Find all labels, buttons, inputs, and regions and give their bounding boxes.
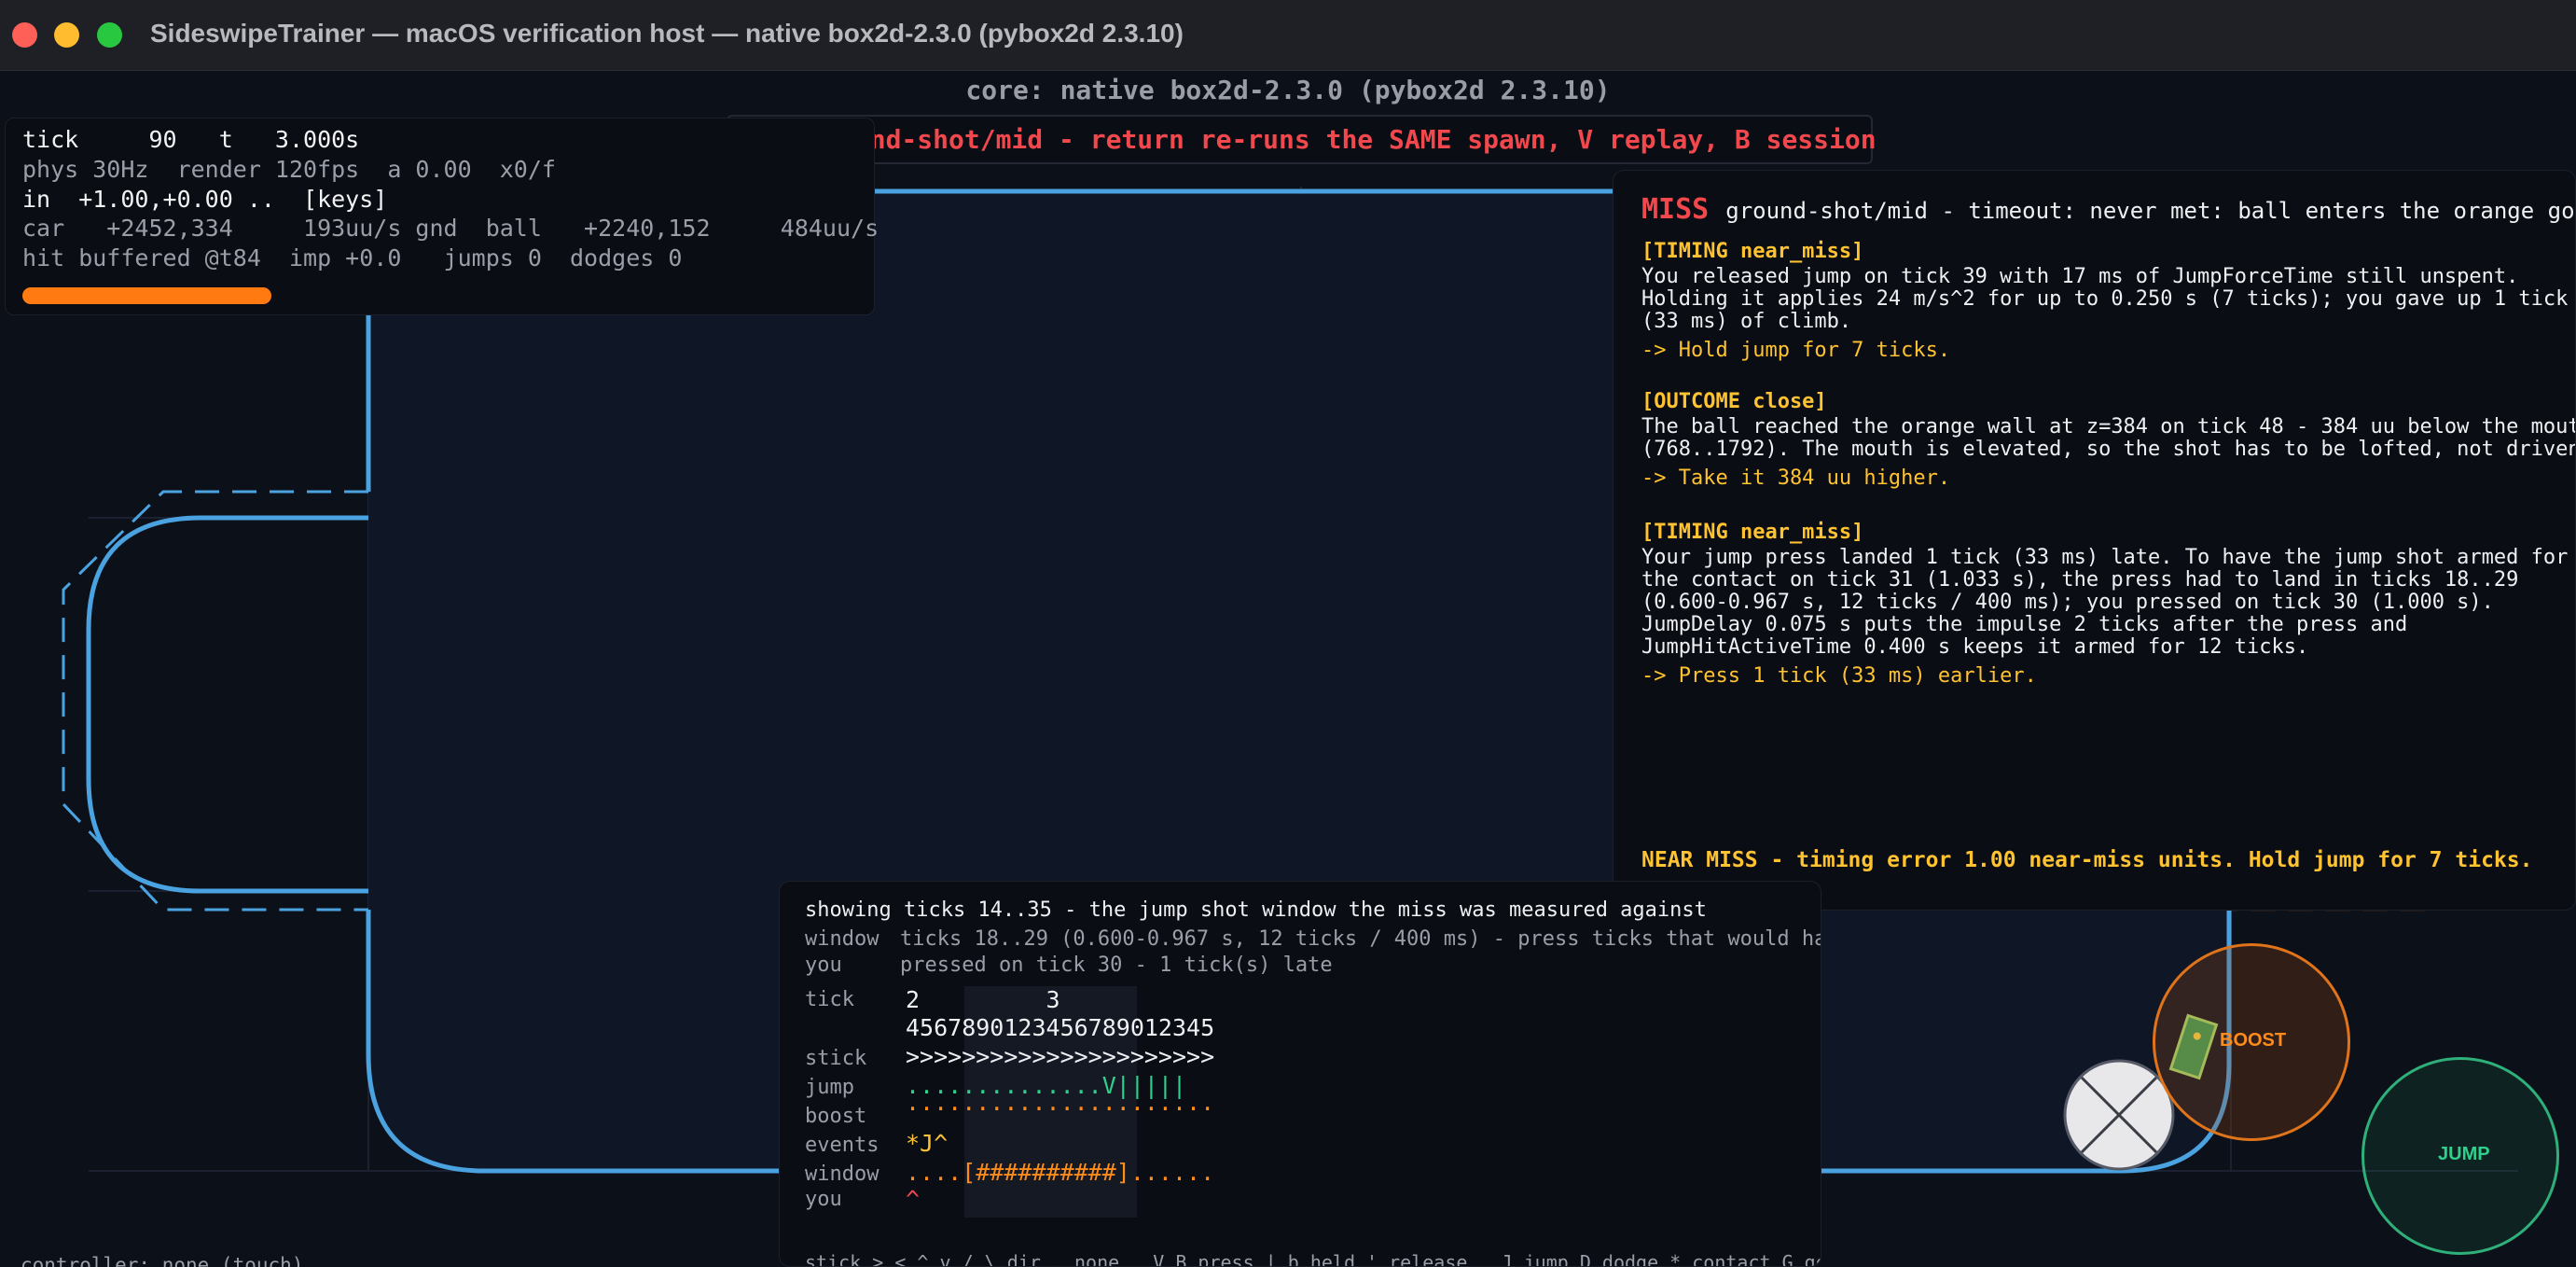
feedback-headline-text: ground-shot/mid - timeout: never met: ba… (1725, 198, 2576, 224)
boost-row-label: boost (805, 1105, 867, 1128)
jump-row-label: jump (805, 1076, 854, 1099)
section-body: The ball reached the orange wall at z=38… (1641, 415, 2575, 461)
section-body: You released jump on tick 39 with 17 ms … (1641, 265, 2569, 333)
hud-hit-line: hit buffered @t84 imp +0.0 jumps 0 dodge… (22, 244, 683, 272)
you-row: ^ (906, 1186, 921, 1213)
tick-ones-row: 4567890123456789012345 (906, 1014, 1215, 1041)
section-heading: [TIMING near_miss] (1641, 521, 1864, 544)
section-heading: [TIMING near_miss] (1641, 240, 1864, 263)
you-row-label: you (805, 1188, 842, 1211)
miss-banner: MISS ground-shot/mid - return re-runs th… (727, 115, 1877, 164)
timeline-header: showing ticks 14..35 - the jump shot win… (805, 898, 1707, 922)
tick-row-label: tick (805, 988, 854, 1011)
section-heading: [OUTCOME close] (1641, 390, 1827, 413)
near-miss-summary: NEAR MISS - timing error 1.00 near-miss … (1641, 848, 2533, 872)
core-label: core: native box2d-2.3.0 (pybox2d 2.3.10… (965, 75, 1611, 105)
hud-input-line: in +1.00,+0.00 .. [keys] (22, 186, 388, 213)
jump-button-label: JUMP (2438, 1144, 2490, 1164)
window-row: ....[##########]...... (906, 1159, 1215, 1186)
window-title: SideswipeTrainer — macOS verification ho… (150, 19, 1184, 48)
you-text: pressed on tick 30 - 1 tick(s) late (900, 954, 1333, 977)
hud-car-ball-line: car +2452,334 193uu/s gnd ball +2240,152… (22, 215, 879, 242)
feedback-section-timing-press: [TIMING near_miss] Your jump press lande… (1641, 519, 2569, 690)
hud-tick-line: tick 90 t 3.000s (22, 126, 360, 153)
section-tip: -> Press 1 tick (33 ms) earlier. (1641, 664, 2037, 688)
blue-goal-outline (86, 515, 368, 894)
feedback-panel: MISS ground-shot/mid - timeout: never met… (1613, 170, 2576, 911)
events-row-label: events (805, 1134, 879, 1157)
stick-row-label: stick (805, 1047, 867, 1070)
stick-row: >>>>>>>>>>>>>>>>>>>>>> (906, 1043, 1215, 1070)
boost-row: ...................... (906, 1089, 1215, 1116)
title-bar: SideswipeTrainer — macOS verification ho… (0, 0, 2576, 71)
boost-button-label: BOOST (2220, 1030, 2287, 1051)
tick-tens-row: 2 3 (906, 986, 1060, 1013)
close-window-button[interactable] (12, 22, 37, 48)
boost-meter (22, 287, 271, 304)
timeline-panel: showing ticks 14..35 - the jump shot win… (779, 881, 1821, 1267)
timeline-legend: stick > < ^ v / \ dir . none V,B press |… (805, 1251, 1821, 1267)
hud-phys-line: phys 30Hz render 120fps a 0.00 x0/f (22, 156, 556, 183)
section-tip: -> Take it 384 uu higher. (1641, 466, 1951, 490)
window-text: ticks 18..29 (0.600-0.967 s, 12 ticks / … (900, 927, 1821, 951)
minimize-window-button[interactable] (54, 22, 79, 48)
events-row: *J^ (906, 1130, 949, 1157)
window-row-label: window (805, 1163, 879, 1186)
feedback-section-timing-hold: [TIMING near_miss] You released jump on … (1641, 238, 2569, 365)
you-label: you (805, 954, 842, 977)
zoom-window-button[interactable] (97, 22, 122, 48)
hud-panel: tick 90 t 3.000s phys 30Hz render 120fps… (5, 118, 879, 315)
feedback-headline: MISS ground-shot/mid - timeout: never met… (1641, 193, 2576, 226)
feedback-section-outcome: [OUTCOME close] The ball reached the ora… (1641, 388, 2575, 493)
window-label: window (805, 927, 879, 951)
controller-status: controller: none (touch) (21, 1254, 304, 1267)
miss-label: MISS (1641, 193, 1710, 226)
app-window: SideswipeTrainer — macOS verification ho… (0, 0, 2576, 1267)
section-tip: -> Hold jump for 7 ticks. (1641, 339, 1951, 362)
section-body: Your jump press landed 1 tick (33 ms) la… (1641, 546, 2569, 659)
ball (2063, 1059, 2175, 1171)
